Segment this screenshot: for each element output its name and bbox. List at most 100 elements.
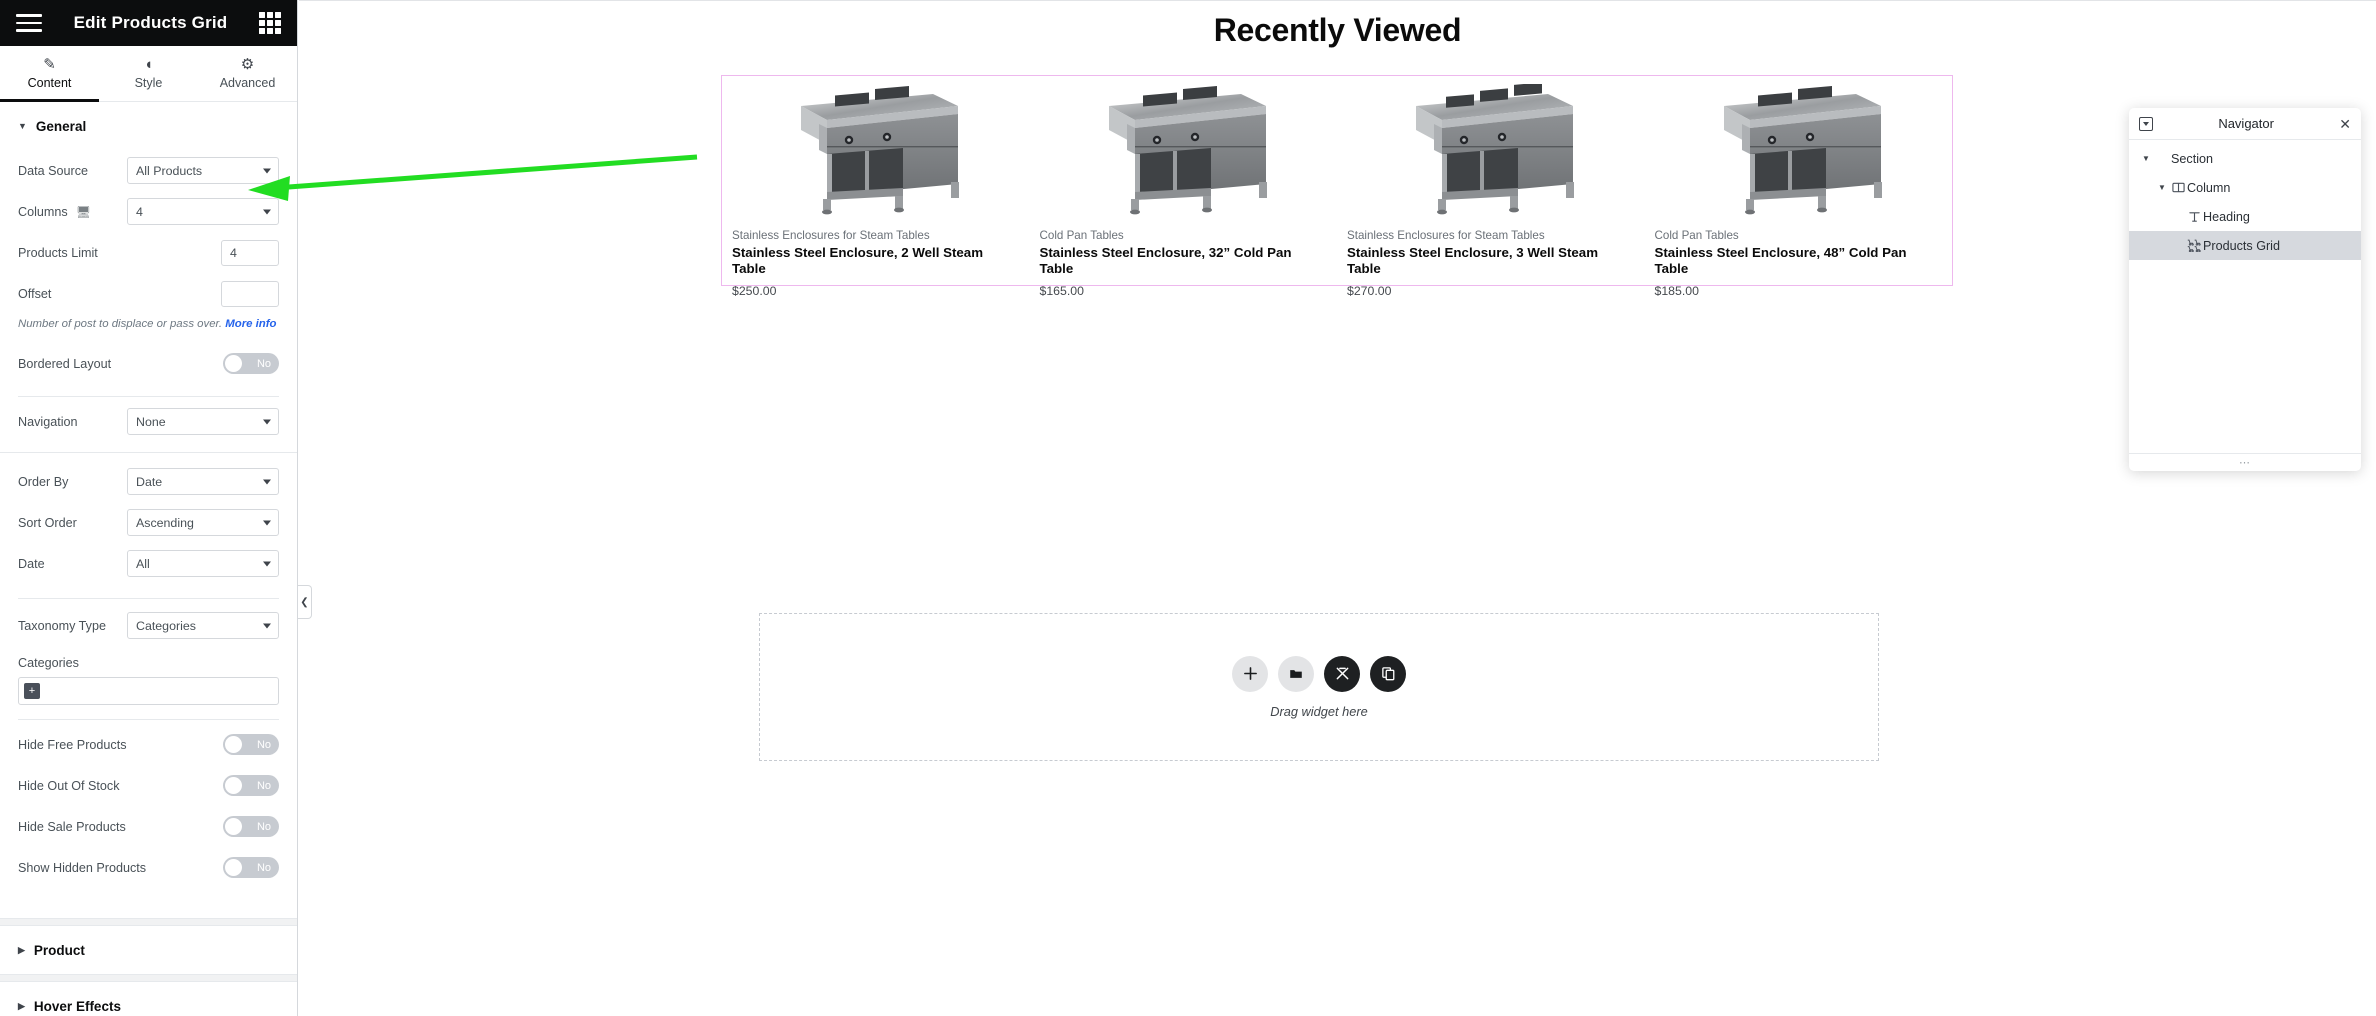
navigator-panel: Navigator ✕ ▼ Section ▼ Column Heading P…: [2129, 108, 2361, 471]
categories-tagbox[interactable]: +: [18, 677, 279, 706]
product-card[interactable]: Cold Pan Tables Stainless Steel Enclosur…: [1645, 76, 1953, 298]
nav-item-column[interactable]: ▼ Column: [2129, 173, 2361, 202]
control-offset: Offset: [18, 273, 279, 314]
hide-sale-products-label: Hide Sale Products: [18, 819, 126, 834]
navigation-select[interactable]: None: [127, 408, 279, 436]
general-controls: Data Source All Products Columns 🖥 4 Pro…: [0, 150, 297, 442]
page-heading: Recently Viewed: [1213, 12, 1462, 48]
hide-out-of-stock-label: Hide Out Of Stock: [18, 778, 120, 793]
cold-pan-table-image: [1090, 84, 1276, 219]
control-show-hidden-products: Show Hidden Products No: [18, 847, 279, 888]
tab-content-label: Content: [27, 76, 72, 90]
section-general-header[interactable]: ▼ General: [0, 102, 297, 150]
offset-hint-text: Number of post to displace or pass over.: [18, 318, 223, 330]
nav-item-heading[interactable]: Heading: [2129, 202, 2361, 231]
product-title[interactable]: Stainless Steel Enclosure, 32” Cold Pan …: [1040, 245, 1328, 277]
columns-select[interactable]: 4: [127, 198, 279, 225]
data-source-select[interactable]: All Products: [127, 157, 279, 184]
navigation-label: Navigation: [18, 414, 78, 429]
ai-button[interactable]: [1324, 655, 1360, 692]
copy-paste-button[interactable]: [1370, 655, 1406, 692]
panel-title: Edit Products Grid: [73, 13, 228, 32]
widget-dropzone[interactable]: Drag widget here: [759, 613, 1879, 761]
close-icon[interactable]: ✕: [2339, 117, 2351, 131]
nav-item-section[interactable]: ▼ Section: [2129, 144, 2361, 173]
contrast-circle-icon: ◖: [143, 56, 154, 73]
caret-right-icon: ▶: [18, 945, 25, 956]
product-title[interactable]: Stainless Steel Enclosure, 3 Well Steam …: [1347, 245, 1635, 277]
control-navigation: Navigation None: [18, 401, 279, 442]
editor-sidebar-panel: Edit Products Grid ✎ Content ◖ Style ⚙ A…: [0, 0, 298, 1016]
more-info-link[interactable]: More info: [225, 318, 276, 330]
add-template-button[interactable]: [1278, 655, 1314, 692]
show-hidden-products-toggle[interactable]: No: [223, 857, 279, 879]
date-select[interactable]: All: [127, 550, 279, 578]
plus-icon[interactable]: +: [24, 683, 40, 700]
apps-grid-icon[interactable]: [259, 12, 281, 34]
chevron-down-icon: [263, 623, 271, 629]
navigator-title: Navigator: [2218, 116, 2274, 131]
chevron-down-icon: [263, 209, 271, 214]
product-category[interactable]: Cold Pan Tables: [1040, 229, 1328, 242]
tab-advanced[interactable]: ⚙ Advanced: [198, 46, 297, 101]
hide-free-products-toggle[interactable]: No: [223, 734, 279, 756]
chevron-down-icon: [263, 520, 271, 526]
taxonomy-type-select[interactable]: Categories: [127, 612, 279, 640]
bordered-layout-label: Bordered Layout: [18, 356, 112, 371]
section-hover-effects-header[interactable]: ▶ Hover Effects: [0, 982, 297, 1016]
navigator-resize-handle[interactable]: ⋯: [2129, 453, 2361, 471]
resize-dots-icon: ⋯: [2239, 457, 2251, 469]
chevron-left-icon: ❮: [300, 596, 309, 608]
panel-collapse-handle[interactable]: ❮: [298, 585, 312, 619]
products-limit-input[interactable]: [221, 239, 279, 266]
product-card[interactable]: Cold Pan Tables Stainless Steel Enclosur…: [1030, 76, 1338, 298]
divider: [18, 396, 279, 398]
section-hover-effects-label: Hover Effects: [33, 999, 121, 1015]
taxonomy-type-label: Taxonomy Type: [18, 618, 106, 633]
pencil-icon: ✎: [43, 56, 56, 73]
caret-down-icon[interactable]: ▼: [2139, 154, 2153, 163]
columns-label: Columns 🖥: [18, 205, 91, 219]
bordered-layout-toggle[interactable]: No: [223, 353, 279, 375]
toggle-knob: [225, 355, 242, 373]
nav-item-products-grid[interactable]: Products Grid: [2129, 231, 2361, 260]
product-title[interactable]: Stainless Steel Enclosure, 48” Cold Pan …: [1655, 245, 1943, 277]
section-general-label: General: [35, 119, 87, 134]
dock-dropdown-icon[interactable]: [2139, 116, 2153, 131]
product-price: $270.00: [1347, 284, 1392, 299]
add-widget-button[interactable]: [1232, 655, 1268, 692]
caret-down-icon[interactable]: ▼: [2155, 183, 2169, 192]
products-list: Stainless Enclosures for Steam Tables St…: [722, 76, 1953, 298]
hide-free-products-state: No: [256, 738, 271, 751]
desktop-icon[interactable]: 🖥: [76, 205, 91, 219]
control-data-source: Data Source All Products: [18, 150, 279, 191]
editor-canvas: Recently Viewed Stainless Enclosures for…: [299, 0, 2376, 1016]
hamburger-icon[interactable]: [16, 13, 42, 33]
product-price: $165.00: [1039, 284, 1084, 299]
bordered-layout-state: No: [256, 357, 271, 370]
sort-order-select[interactable]: Ascending: [127, 509, 279, 537]
hide-out-of-stock-toggle[interactable]: No: [223, 775, 279, 797]
products-grid-widget[interactable]: Stainless Enclosures for Steam Tables St…: [721, 75, 1953, 298]
product-card[interactable]: Stainless Enclosures for Steam Tables St…: [1337, 76, 1645, 298]
navigator-tree: ▼ Section ▼ Column Heading Products Grid: [2129, 140, 2361, 453]
control-order-by: Order By Date: [18, 461, 279, 502]
product-title[interactable]: Stainless Steel Enclosure, 2 Well Steam …: [732, 245, 1020, 277]
control-columns: Columns 🖥 4: [18, 191, 279, 232]
product-category[interactable]: Cold Pan Tables: [1655, 229, 1943, 242]
offset-input[interactable]: [221, 280, 279, 307]
order-by-select[interactable]: Date: [127, 468, 279, 496]
product-card[interactable]: Stainless Enclosures for Steam Tables St…: [722, 76, 1030, 298]
product-category[interactable]: Stainless Enclosures for Steam Tables: [1347, 229, 1635, 242]
product-category[interactable]: Stainless Enclosures for Steam Tables: [732, 229, 1020, 242]
columns-label-text: Columns: [18, 204, 68, 219]
section-product-header[interactable]: ▶ Product: [0, 926, 297, 974]
tab-style-label: Style: [134, 76, 163, 90]
hide-sale-products-toggle[interactable]: No: [223, 816, 279, 838]
control-hide-free-products: Hide Free Products No: [18, 724, 279, 765]
control-products-limit: Products Limit: [18, 232, 279, 273]
product-image: [732, 84, 1020, 219]
canvas-top-divider: [299, 0, 2376, 1]
tab-style[interactable]: ◖ Style: [99, 46, 198, 101]
tab-content[interactable]: ✎ Content: [0, 46, 99, 102]
